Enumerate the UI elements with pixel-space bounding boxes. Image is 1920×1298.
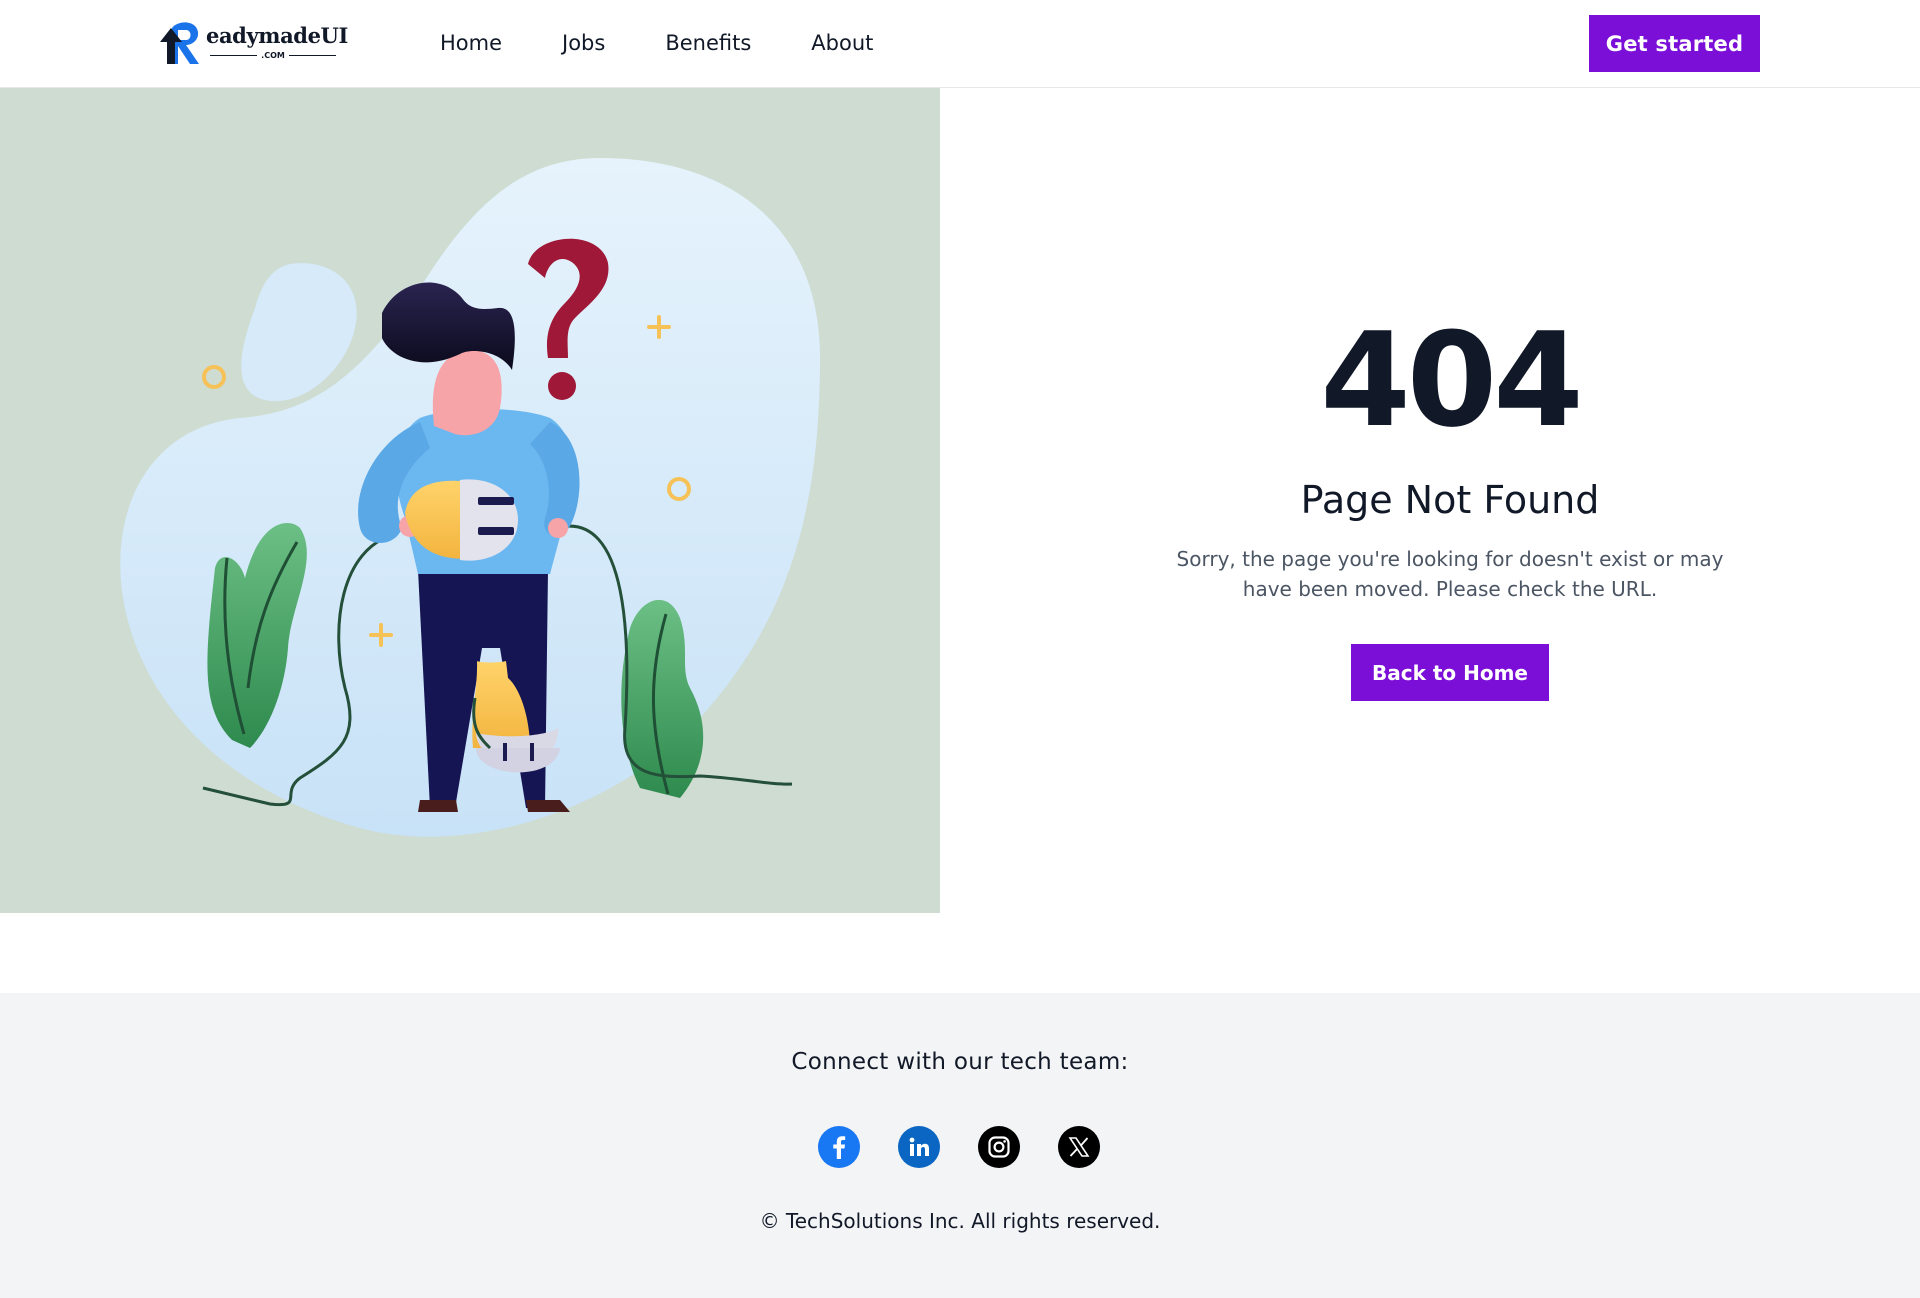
instagram-icon[interactable] xyxy=(978,1126,1020,1168)
nav-jobs-link[interactable]: Jobs xyxy=(562,28,605,58)
nav-home-link[interactable]: Home xyxy=(440,28,502,58)
unplugged-person-illustration xyxy=(120,158,821,837)
logo-suffix: .COM xyxy=(210,49,337,61)
site-footer: Connect with our tech team: © TechSoluti… xyxy=(0,993,1920,1298)
error-code: 404 xyxy=(1320,304,1583,456)
back-to-home-button[interactable]: Back to Home xyxy=(1351,644,1549,701)
x-icon[interactable] xyxy=(1058,1126,1100,1168)
page-title: Page Not Found xyxy=(1300,478,1600,522)
error-message: Sorry, the page you're looking for doesn… xyxy=(1176,547,1724,601)
get-started-button[interactable]: Get started xyxy=(1589,15,1760,72)
error-content: 404 Page Not Found Sorry, the page you'r… xyxy=(1098,300,1802,701)
social-links xyxy=(818,1126,1100,1168)
main-nav: Home Jobs Benefits About xyxy=(440,28,873,58)
linkedin-icon[interactable] xyxy=(898,1126,940,1168)
error-illustration xyxy=(0,88,940,913)
nav-about-link[interactable]: About xyxy=(811,28,873,58)
footer-heading: Connect with our tech team: xyxy=(791,1049,1129,1075)
copyright-text: © TechSolutions Inc. All rights reserved… xyxy=(759,1209,1161,1233)
logo-wordmark: eadymadeUI xyxy=(206,23,348,48)
nav-benefits-link[interactable]: Benefits xyxy=(665,28,751,58)
site-header: eadymadeUI .COM Home Jobs Benefits About… xyxy=(0,0,1920,88)
logo-mark-icon xyxy=(160,22,199,64)
facebook-icon[interactable] xyxy=(818,1126,860,1168)
brand-logo[interactable]: eadymadeUI .COM xyxy=(158,18,348,66)
